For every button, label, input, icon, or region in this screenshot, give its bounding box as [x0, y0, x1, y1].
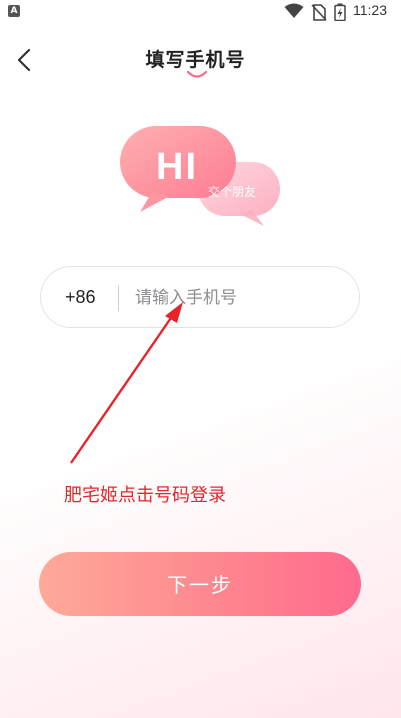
status-time: 11:23: [353, 2, 387, 18]
hi-bubbles-illustration: [120, 126, 280, 226]
title-smile-decoration: [186, 70, 208, 78]
no-sim-icon: [311, 4, 327, 21]
next-step-button[interactable]: 下一步: [39, 552, 361, 616]
page-title: 填写手机号: [145, 49, 246, 71]
status-bar: A 11:23: [0, 0, 401, 24]
input-divider: [118, 285, 119, 311]
annotation-text: 肥宅姬点击号码登录: [64, 485, 226, 506]
notification-icon: A: [8, 5, 20, 17]
battery-charging-icon: [334, 3, 346, 21]
friend-text: 交个朋友: [208, 185, 257, 199]
phone-input-box[interactable]: +86: [40, 266, 360, 328]
wifi-icon: [284, 3, 304, 18]
phone-number-input[interactable]: [135, 281, 335, 315]
hi-text: HI: [156, 146, 198, 188]
country-code[interactable]: +86: [65, 287, 96, 308]
